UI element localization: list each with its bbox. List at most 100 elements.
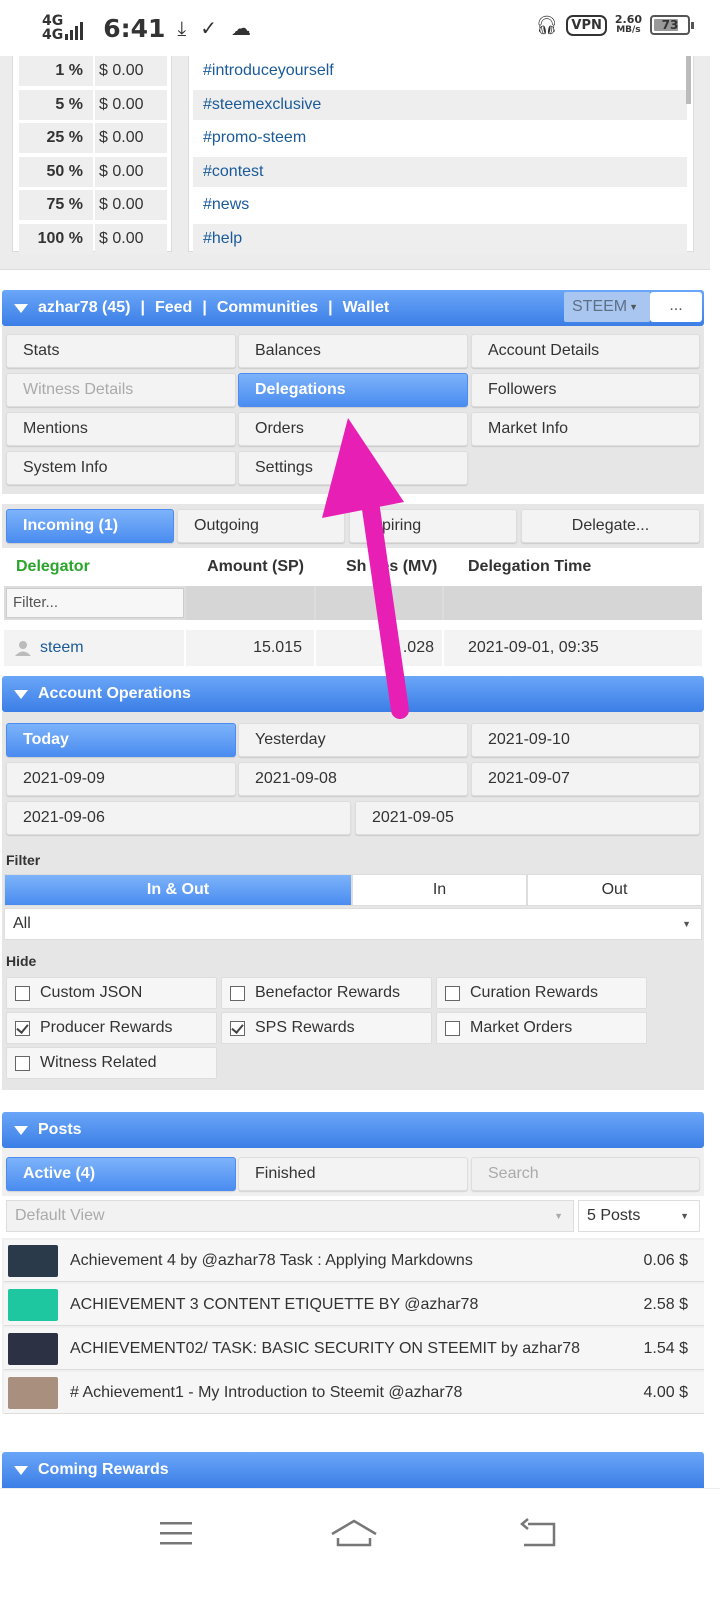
date-2021-09-09[interactable]: 2021-09-09: [6, 762, 236, 796]
hide-option-checkbox[interactable]: Market Orders: [436, 1012, 647, 1044]
percent-amount: $ 0.00: [95, 123, 167, 153]
tab-expiring[interactable]: xpiring: [349, 509, 517, 543]
hide-option-checkbox[interactable]: SPS Rewards: [221, 1012, 432, 1044]
percent-value: 75 %: [19, 190, 93, 220]
collapse-triangle-icon[interactable]: [14, 303, 28, 313]
percent-row: 50 % $ 0.00: [19, 156, 167, 187]
account-user-link[interactable]: azhar78 (45): [38, 299, 131, 317]
tag-link[interactable]: #promo-steem: [193, 123, 687, 153]
date-2021-09-07[interactable]: 2021-09-07: [471, 762, 700, 796]
vpn-badge: VPN: [566, 14, 607, 36]
collapse-triangle-icon: [14, 689, 28, 699]
date-today[interactable]: Today: [6, 723, 236, 757]
nav-delegations[interactable]: Delegations: [238, 373, 468, 407]
nav-witness-details[interactable]: Witness Details: [6, 373, 236, 407]
communities-link[interactable]: Communities: [217, 299, 318, 317]
checkbox-icon[interactable]: [15, 1055, 30, 1071]
date-2021-09-06[interactable]: 2021-09-06: [6, 801, 351, 835]
tab-delegate[interactable]: Delegate...: [521, 509, 700, 543]
posts-search-input[interactable]: Search: [471, 1157, 700, 1191]
hide-option-label: SPS Rewards: [255, 1019, 355, 1036]
col-amount[interactable]: Amount (SP): [186, 548, 314, 586]
home-icon[interactable]: [330, 1518, 378, 1548]
col-delegator[interactable]: Delegator: [4, 548, 184, 586]
filter-in[interactable]: In: [352, 874, 527, 906]
tag-link[interactable]: #steemexclusive: [193, 89, 687, 120]
list-item[interactable]: ACHIEVEMENT02/ TASK: BASIC SECURITY ON S…: [4, 1328, 704, 1370]
nav-settings[interactable]: Settings: [238, 451, 468, 485]
filter-out[interactable]: Out: [527, 874, 702, 906]
delegator-filter-input[interactable]: Filter...: [6, 588, 184, 618]
menu-icon[interactable]: [158, 1518, 196, 1548]
checkbox-icon[interactable]: [15, 1020, 30, 1036]
nav-system-info[interactable]: System Info: [6, 451, 236, 485]
nav-stats[interactable]: Stats: [6, 334, 236, 368]
filter-select[interactable]: All ▼: [4, 908, 702, 940]
tab-outgoing[interactable]: Outgoing: [177, 509, 345, 543]
nav-market-info[interactable]: Market Info: [471, 412, 700, 446]
tab-finished-posts[interactable]: Finished: [238, 1157, 468, 1191]
post-thumbnail: [8, 1376, 58, 1409]
collapse-triangle-icon: [14, 1465, 28, 1475]
hide-option-checkbox[interactable]: Witness Related: [6, 1047, 217, 1079]
view-select-value: Default View: [15, 1207, 105, 1224]
list-item[interactable]: Achievement 4 by @azhar78 Task : Applyin…: [4, 1240, 704, 1282]
filter-select-value: All: [13, 915, 31, 932]
percent-amount: $ 0.00: [95, 156, 167, 187]
col-shares[interactable]: Sh es (MV): [316, 548, 442, 586]
post-title[interactable]: ACHIEVEMENT02/ TASK: BASIC SECURITY ON S…: [70, 1340, 624, 1358]
checkbox-icon[interactable]: [15, 985, 30, 1001]
tag-link[interactable]: #introduceyourself: [193, 56, 687, 86]
nav-mentions[interactable]: Mentions: [6, 412, 236, 446]
tag-link[interactable]: #help: [193, 223, 687, 254]
chevron-down-icon: ▼: [554, 1211, 563, 1221]
view-select[interactable]: Default View ▼: [6, 1200, 574, 1232]
nav-followers[interactable]: Followers: [471, 373, 700, 407]
list-item[interactable]: # Achievement1 - My Introduction to Stee…: [4, 1372, 704, 1414]
tag-link[interactable]: #news: [193, 190, 687, 220]
date-2021-09-10[interactable]: 2021-09-10: [471, 723, 700, 757]
date-2021-09-05[interactable]: 2021-09-05: [355, 801, 700, 835]
chevron-down-icon: ▼: [629, 302, 638, 312]
hide-option-checkbox[interactable]: Producer Rewards: [6, 1012, 217, 1044]
date-yesterday[interactable]: Yesterday: [238, 723, 468, 757]
coming-rewards-title: Coming Rewards: [38, 1461, 169, 1478]
tab-active-posts[interactable]: Active (4): [6, 1157, 236, 1191]
account-operations-panel: Today Yesterday 2021-09-10 2021-09-09 20…: [2, 712, 704, 1090]
delegator-link[interactable]: steem: [40, 630, 84, 666]
percent-row: 5 % $ 0.00: [19, 89, 167, 120]
feed-link[interactable]: Feed: [155, 299, 192, 317]
col-delegation-time[interactable]: Delegation Time: [444, 548, 702, 586]
nav-balances[interactable]: Balances: [238, 334, 468, 368]
checkbox-icon[interactable]: [230, 985, 245, 1001]
tag-link[interactable]: #contest: [193, 156, 687, 187]
list-item[interactable]: ACHIEVEMENT 3 CONTENT ETIQUETTE BY @azha…: [4, 1284, 704, 1326]
post-count-select[interactable]: 5 Posts ▼: [578, 1200, 700, 1232]
posts-bar[interactable]: Posts: [2, 1112, 704, 1148]
more-button[interactable]: ...: [650, 292, 702, 322]
top-section: 1 % $ 0.00 5 % $ 0.00 25 % $ 0.00 50 % $ 0.00 75…: [0, 56, 710, 270]
hide-option-label: Custom JSON: [40, 984, 143, 1001]
table-row[interactable]: steem: [4, 630, 184, 666]
post-title[interactable]: # Achievement1 - My Introduction to Stee…: [70, 1384, 624, 1402]
hide-option-checkbox[interactable]: Benefactor Rewards: [221, 977, 432, 1009]
wallet-link[interactable]: Wallet: [343, 299, 390, 317]
tab-incoming[interactable]: Incoming (1): [6, 509, 174, 543]
checkbox-icon[interactable]: [445, 1020, 460, 1036]
nav-account-details[interactable]: Account Details: [471, 334, 700, 368]
currency-select[interactable]: STEEM ▼: [564, 292, 650, 322]
coming-rewards-bar[interactable]: Coming Rewards: [2, 1452, 704, 1488]
date-2021-09-08[interactable]: 2021-09-08: [238, 762, 468, 796]
checkbox-icon[interactable]: [445, 985, 460, 1001]
scrollbar[interactable]: [686, 56, 691, 104]
back-icon[interactable]: [518, 1518, 558, 1548]
filter-in-out[interactable]: In & Out: [4, 874, 352, 906]
post-title[interactable]: ACHIEVEMENT 3 CONTENT ETIQUETTE BY @azha…: [70, 1296, 624, 1314]
nav-orders[interactable]: Orders: [238, 412, 468, 446]
post-title[interactable]: Achievement 4 by @azhar78 Task : Applyin…: [70, 1252, 624, 1270]
hide-option-checkbox[interactable]: Curation Rewards: [436, 977, 647, 1009]
hide-option-checkbox[interactable]: Custom JSON: [6, 977, 217, 1009]
hide-option-label: Market Orders: [470, 1019, 573, 1036]
checkbox-icon[interactable]: [230, 1020, 245, 1036]
account-operations-bar[interactable]: Account Operations: [2, 676, 704, 712]
